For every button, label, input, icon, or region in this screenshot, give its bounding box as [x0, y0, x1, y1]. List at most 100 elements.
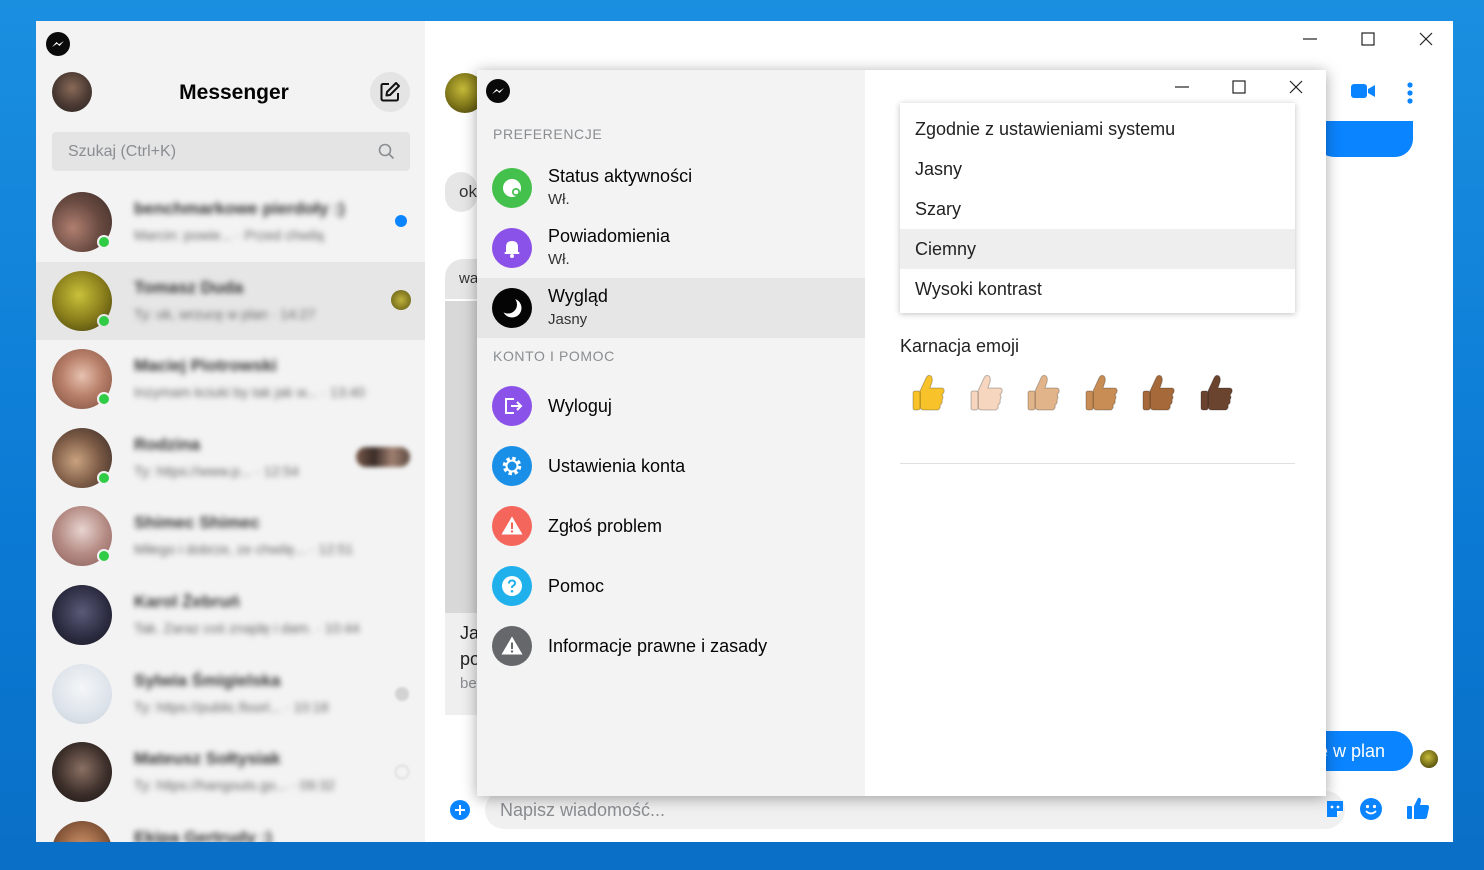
chat-name: Mateusz Sołtysiak — [134, 749, 281, 769]
message-input[interactable] — [485, 791, 1345, 829]
menu-item-report-problem[interactable]: Zgłoś problem — [477, 496, 865, 556]
seen-indicator — [395, 765, 409, 780]
skin-tone-thumbs-up-icon[interactable] — [1198, 373, 1238, 417]
settings-dialog: PREFERENCJE Status aktywności Wł. Powiad… — [477, 70, 1326, 796]
skin-tone-thumbs-up-icon[interactable] — [968, 373, 1008, 417]
divider — [900, 463, 1295, 464]
skin-tone-thumbs-up-icon[interactable] — [910, 373, 950, 417]
search-input[interactable] — [52, 132, 372, 171]
chat-row[interactable]: Karol Żebruń Tak. Zaraz coś znajdę i dam… — [36, 576, 425, 655]
section-preferences-label: PREFERENCJE — [493, 126, 603, 142]
menu-item-title: Ustawienia konta — [548, 456, 686, 476]
chat-name: Tomasz Duda — [134, 277, 244, 297]
seen-avatar — [391, 289, 411, 310]
chat-row[interactable]: Ekipa Gertrudy :) — [36, 812, 425, 842]
search-icon[interactable] — [378, 143, 395, 160]
avatar — [52, 820, 112, 842]
search-box — [52, 132, 410, 171]
menu-item-logout[interactable]: Wyloguj — [477, 376, 865, 436]
skin-tone-thumbs-up-icon[interactable] — [1140, 373, 1180, 417]
menu-item-appearance[interactable]: Wygląd Jasny — [477, 278, 865, 338]
chat-name: Maciej Piotrowski — [134, 356, 277, 376]
online-indicator — [97, 235, 111, 249]
link-preview-title: Ja — [460, 623, 477, 643]
menu-item-notifications[interactable]: Powiadomienia Wł. — [477, 218, 865, 278]
link-preview-text[interactable]: Ja po be — [445, 613, 477, 715]
theme-option-light[interactable]: Jasny — [900, 149, 1295, 189]
menu-item-title: Powiadomienia — [548, 226, 671, 246]
chat-row[interactable]: Shimec Shimec Miłego i dobrze, ze chwilę… — [36, 497, 425, 576]
menu-item-title: Informacje prawne i zasady — [548, 636, 768, 656]
chat-name: Shimec Shimec — [134, 513, 260, 533]
received-message-bubble: wa — [445, 259, 477, 299]
menu-item-help[interactable]: Pomoc — [477, 556, 865, 616]
sticker-icon[interactable] — [1324, 798, 1346, 820]
menu-item-legal[interactable]: Informacje prawne i zasady — [477, 616, 865, 676]
emoji-skin-tone-label: Karnacja emoji — [900, 336, 1020, 356]
menu-item-title: Wyloguj — [548, 396, 612, 416]
menu-item-title: Zgłoś problem — [548, 516, 663, 536]
sidebar: Messenger benchmarkowe pierdoły :) Marci… — [36, 21, 425, 842]
link-preview-title-2: po — [460, 649, 477, 669]
thumbs-up-icon[interactable] — [1405, 795, 1431, 821]
chat-name: Rodzina — [134, 434, 201, 454]
menu-item-account-settings[interactable]: Ustawienia konta — [477, 436, 865, 496]
moon-icon — [492, 288, 532, 328]
close-icon[interactable] — [1419, 32, 1433, 46]
sent-message-bubble — [1316, 121, 1413, 157]
menu-item-subtitle: Wł. — [548, 191, 570, 208]
chat-row[interactable]: Tomasz Duda Ty: ok, wrzucę w plan · 14:2… — [36, 261, 425, 341]
chat-name: benchmarkowe pierdoły :) — [134, 199, 345, 218]
seen-indicator — [395, 686, 409, 701]
emoji-icon[interactable] — [1359, 797, 1383, 821]
minimize-icon[interactable] — [1302, 33, 1318, 45]
link-preview-image[interactable] — [445, 301, 477, 613]
gear-icon — [492, 446, 532, 486]
maximize-icon[interactable] — [1361, 32, 1375, 46]
theme-option-gray[interactable]: Szary — [900, 189, 1295, 229]
menu-item-activity-status[interactable]: Status aktywności Wł. — [477, 158, 865, 218]
bell-icon — [492, 228, 532, 268]
chat-row[interactable]: Mateusz Sołtysiak Ty: https://hangouts.g… — [36, 733, 425, 812]
app-title: Messenger — [179, 81, 289, 104]
menu-item-title: Pomoc — [548, 576, 605, 596]
skin-tone-thumbs-up-icon[interactable] — [1025, 373, 1065, 417]
messenger-logo-icon — [486, 79, 510, 103]
menu-item-subtitle: Jasny — [548, 311, 588, 328]
chat-list: benchmarkowe pierdoły :) Marcin: powie..… — [36, 183, 425, 842]
more-options-icon[interactable] — [1406, 82, 1414, 104]
new-message-button[interactable] — [370, 72, 410, 112]
logout-icon — [492, 386, 532, 426]
activity-status-icon — [492, 168, 532, 208]
minimize-icon[interactable] — [1175, 78, 1189, 90]
chat-row[interactable]: Sylwia Śmigielska Ty: https://public.flo… — [36, 655, 425, 734]
legal-warning-icon — [492, 626, 532, 666]
maximize-icon[interactable] — [1232, 80, 1246, 94]
chat-snippet: Miłego i dobrze, ze chwilę... · 12:51 — [134, 541, 354, 558]
chat-snippet: Ty: ok, wrzucę w plan · 14:27 — [134, 305, 316, 322]
close-icon[interactable] — [1289, 80, 1303, 94]
theme-option-system[interactable]: Zgodnie z ustawieniami systemu — [900, 109, 1295, 149]
received-message-bubble: ok — [445, 172, 477, 212]
skin-tone-thumbs-up-icon[interactable] — [1083, 373, 1123, 417]
settings-menu: PREFERENCJE Status aktywności Wł. Powiad… — [477, 70, 865, 796]
chat-row[interactable]: Maciej Piotrowski Inzymam kciuki by tak … — [36, 340, 425, 419]
theme-dropdown[interactable]: Zgodnie z ustawieniami systemu Jasny Sza… — [900, 103, 1295, 313]
online-indicator — [97, 392, 111, 407]
theme-option-high-contrast[interactable]: Wysoki kontrast — [900, 269, 1295, 309]
chat-snippet: Ty: https://public.floorl... · 10:18 — [134, 698, 329, 715]
video-call-icon[interactable] — [1350, 82, 1376, 100]
online-indicator — [97, 549, 111, 564]
chat-snippet: Ty: https://hangouts.go... · 09:32 — [134, 777, 335, 794]
chat-snippet: Tak. Zaraz coś znajdę i dam. · 10:44 — [134, 619, 360, 636]
online-indicator — [97, 313, 111, 328]
theme-option-dark[interactable]: Ciemny — [900, 229, 1295, 269]
link-preview-source: be — [460, 675, 477, 692]
add-plus-icon[interactable] — [449, 799, 471, 821]
avatar — [52, 742, 112, 803]
chat-row[interactable]: benchmarkowe pierdoły :) Marcin: powie..… — [36, 183, 425, 262]
chat-row[interactable]: Rodzina Ty: https://www.p... · 12:54 — [36, 419, 425, 498]
help-icon — [492, 566, 532, 606]
user-avatar[interactable] — [52, 72, 92, 112]
seen-avatars — [356, 446, 410, 467]
